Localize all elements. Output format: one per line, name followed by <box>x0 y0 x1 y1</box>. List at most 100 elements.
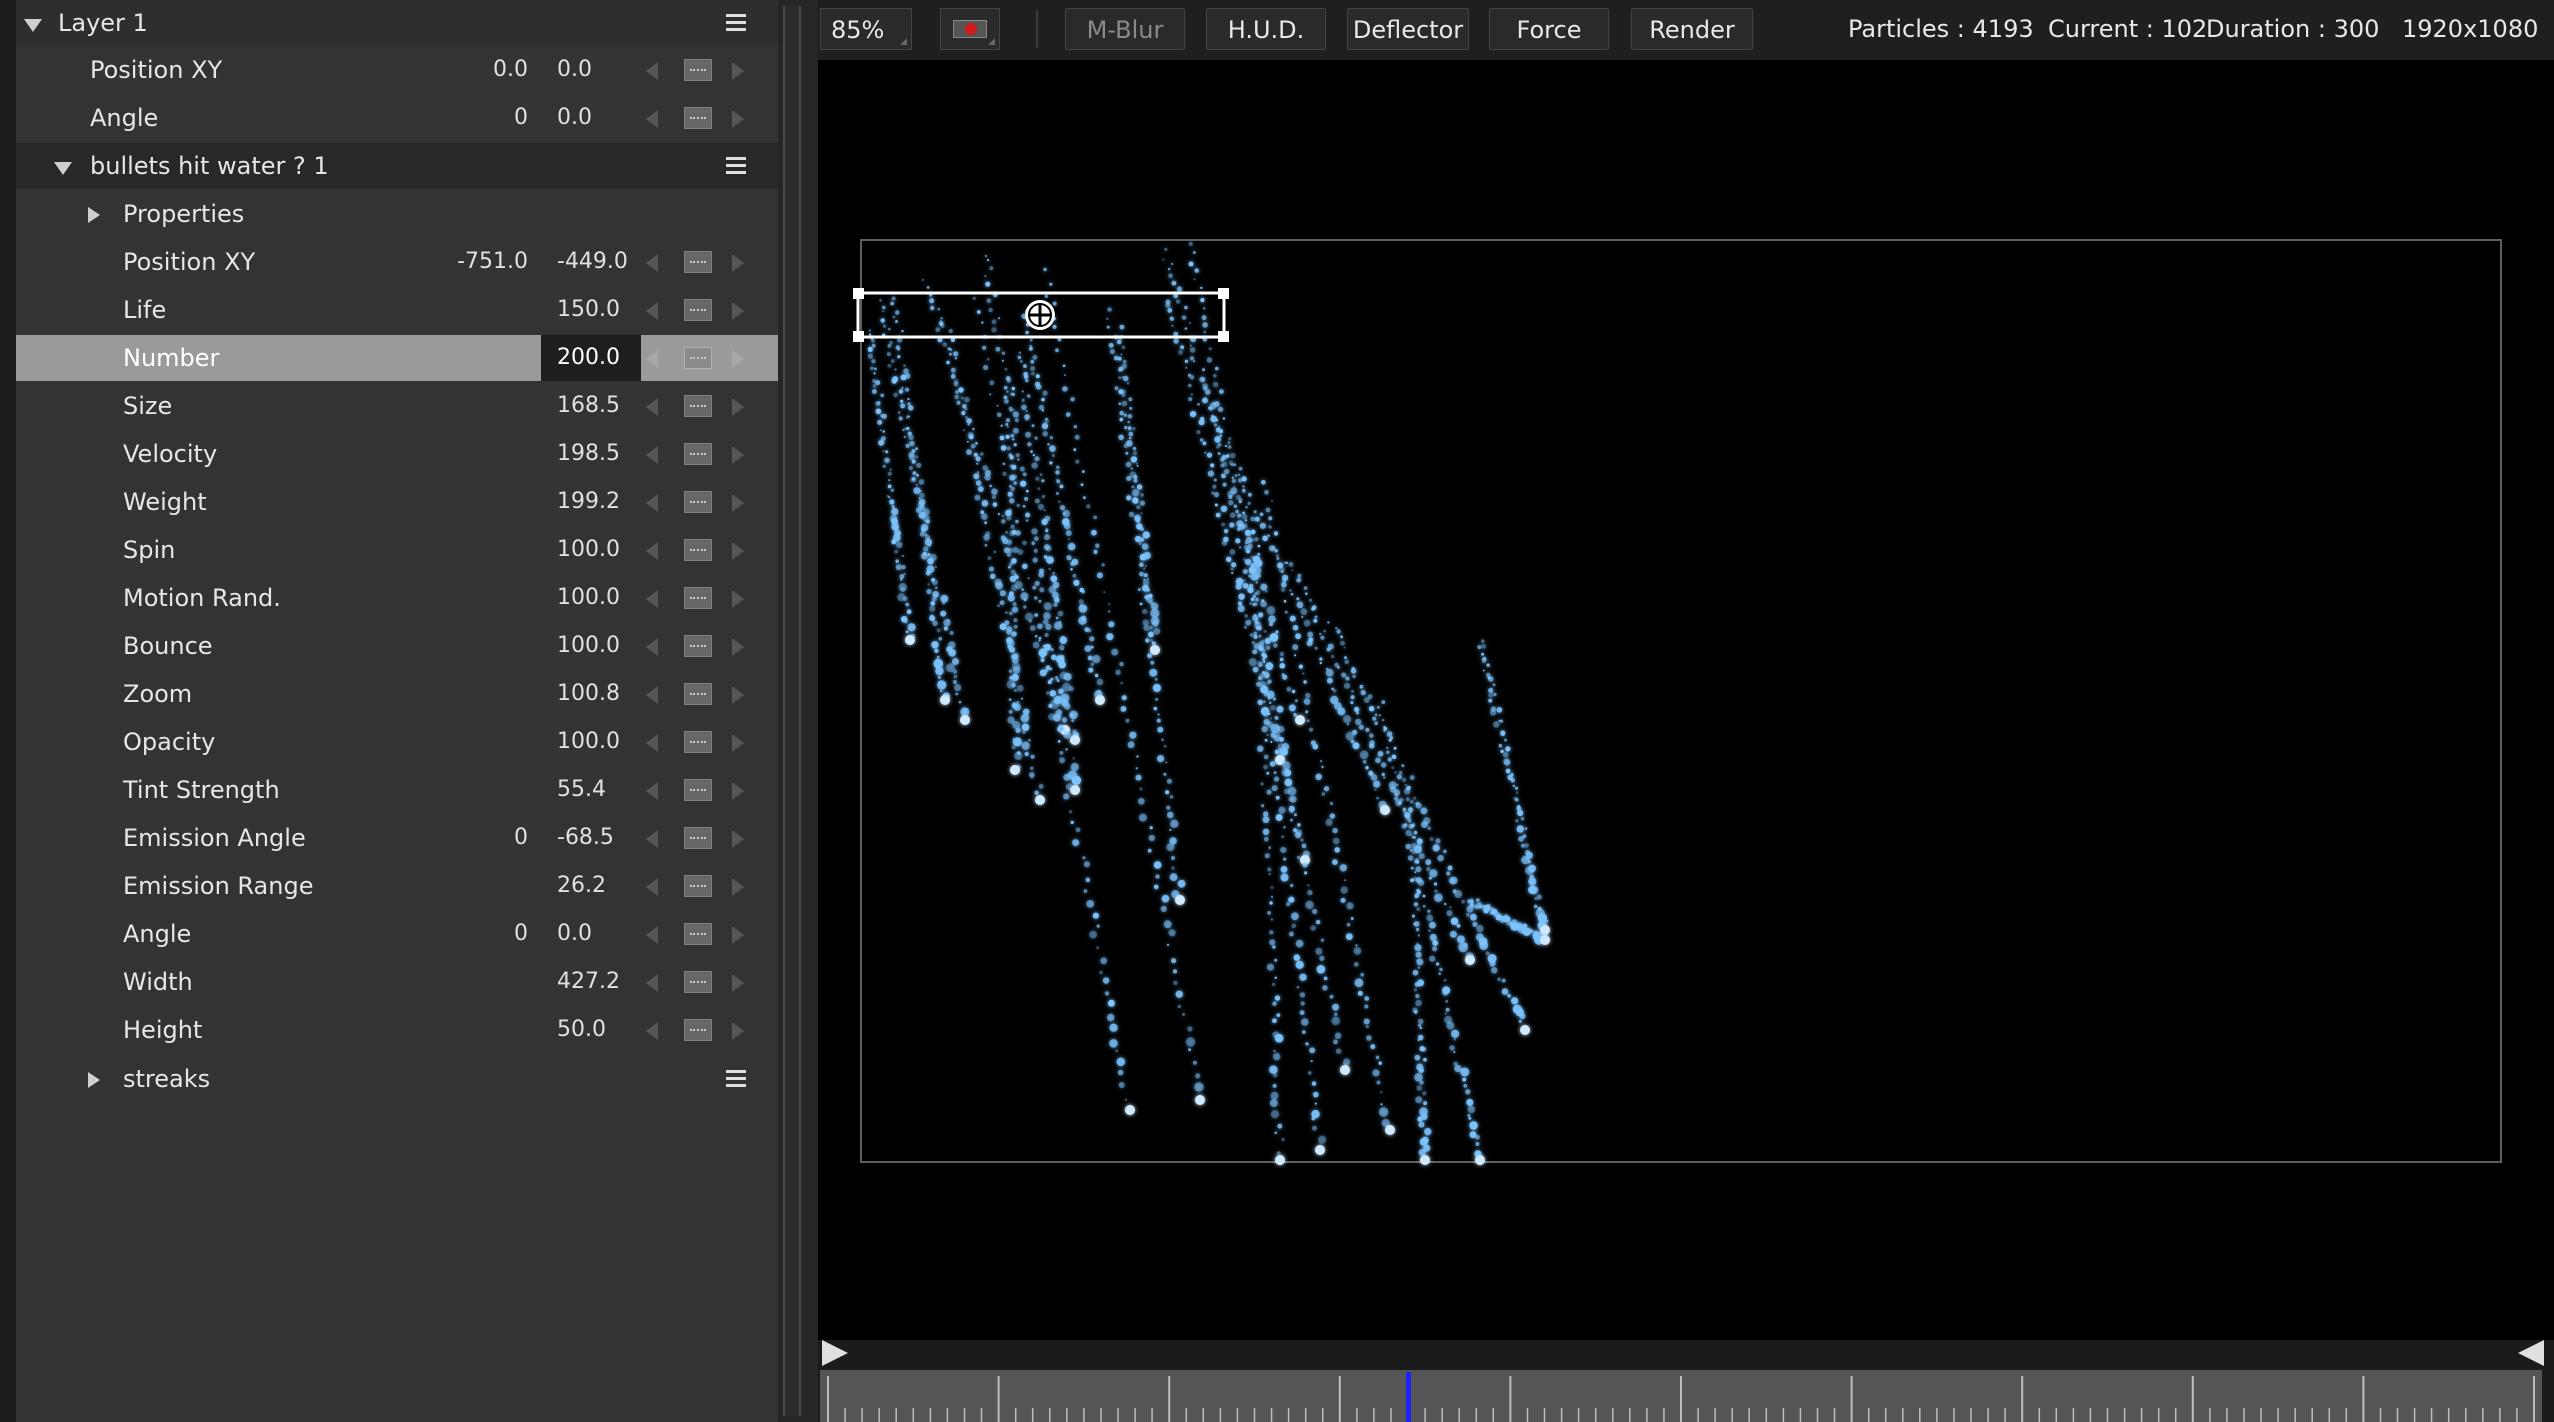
deflector-button[interactable]: Deflector <box>1347 8 1469 50</box>
property-row[interactable]: Angle 0 0.0 <box>16 95 778 141</box>
next-key-icon[interactable] <box>732 926 744 944</box>
next-key-icon[interactable] <box>732 878 744 896</box>
next-key-icon[interactable] <box>732 542 744 560</box>
keyframe-icon[interactable] <box>684 1019 712 1041</box>
next-key-icon[interactable] <box>732 686 744 704</box>
property-row[interactable]: Size 168.5 <box>16 383 778 429</box>
property-value-a[interactable]: -751.0 <box>418 239 528 285</box>
next-key-icon[interactable] <box>732 494 744 512</box>
force-button[interactable]: Force <box>1489 8 1609 50</box>
property-value-a[interactable]: 0.0 <box>418 47 528 93</box>
prev-key-icon[interactable] <box>646 974 658 992</box>
property-value-a[interactable] <box>418 719 528 765</box>
property-row[interactable]: Motion Rand. 100.0 <box>16 575 778 621</box>
property-row[interactable]: Weight 199.2 <box>16 479 778 525</box>
next-key-icon[interactable] <box>732 254 744 272</box>
keyframe-icon[interactable] <box>684 539 712 561</box>
property-row[interactable]: Bounce 100.0 <box>16 623 778 669</box>
property-value-b[interactable]: 168.5 <box>541 383 641 429</box>
streaks-header[interactable]: streaks <box>16 1056 778 1102</box>
prev-key-icon[interactable] <box>646 446 658 464</box>
property-value-b[interactable]: 0.0 <box>541 47 641 93</box>
keyframe-icon[interactable] <box>684 443 712 465</box>
next-key-icon[interactable] <box>732 398 744 416</box>
property-value-b[interactable]: 100.8 <box>541 671 641 717</box>
timeline-end-handle[interactable] <box>2518 1340 2544 1366</box>
property-value-b[interactable]: 100.0 <box>541 719 641 765</box>
property-value-a[interactable] <box>418 335 528 381</box>
property-row[interactable]: Spin 100.0 <box>16 527 778 573</box>
property-value-b[interactable]: 0.0 <box>541 911 641 957</box>
collapse-triangle-icon[interactable] <box>54 162 72 175</box>
property-row[interactable]: Angle 0 0.0 <box>16 911 778 957</box>
timeline-playhead[interactable] <box>1406 1372 1412 1422</box>
prev-key-icon[interactable] <box>646 302 658 320</box>
property-value-b[interactable]: -449.0 <box>541 239 641 285</box>
property-value-a[interactable]: 0 <box>418 95 528 141</box>
property-value-a[interactable] <box>418 479 528 525</box>
prev-key-icon[interactable] <box>646 638 658 656</box>
keyframe-icon[interactable] <box>684 107 712 129</box>
next-key-icon[interactable] <box>732 734 744 752</box>
prev-key-icon[interactable] <box>646 62 658 80</box>
next-key-icon[interactable] <box>732 974 744 992</box>
property-row[interactable]: Position XY 0.0 0.0 <box>16 47 778 93</box>
prev-key-icon[interactable] <box>646 878 658 896</box>
record-button[interactable] <box>940 8 1000 50</box>
keyframe-icon[interactable] <box>684 251 712 273</box>
next-key-icon[interactable] <box>732 590 744 608</box>
keyframe-icon[interactable] <box>684 971 712 993</box>
prev-key-icon[interactable] <box>646 782 658 800</box>
prev-key-icon[interactable] <box>646 1022 658 1040</box>
expand-triangle-icon[interactable] <box>88 207 100 223</box>
property-value-b[interactable]: 26.2 <box>541 863 641 909</box>
property-value-b[interactable]: 55.4 <box>541 767 641 813</box>
properties-group[interactable]: Properties <box>16 191 778 237</box>
next-key-icon[interactable] <box>732 62 744 80</box>
property-row[interactable]: Life 150.0 <box>16 287 778 333</box>
collapse-triangle-icon[interactable] <box>24 19 42 32</box>
prev-key-icon[interactable] <box>646 542 658 560</box>
property-row[interactable]: Zoom 100.8 <box>16 671 778 717</box>
keyframe-icon[interactable] <box>684 635 712 657</box>
property-value-b[interactable]: 100.0 <box>541 623 641 669</box>
keyframe-icon[interactable] <box>684 59 712 81</box>
menu-icon[interactable] <box>726 14 746 32</box>
next-key-icon[interactable] <box>732 110 744 128</box>
property-value-a[interactable] <box>418 623 528 669</box>
property-row[interactable]: Tint Strength 55.4 <box>16 767 778 813</box>
menu-icon[interactable] <box>726 157 746 175</box>
property-value-b[interactable]: 199.2 <box>541 479 641 525</box>
prev-key-icon[interactable] <box>646 686 658 704</box>
prev-key-icon[interactable] <box>646 734 658 752</box>
property-value-a[interactable] <box>418 383 528 429</box>
next-key-icon[interactable] <box>732 638 744 656</box>
emitter-header[interactable]: bullets hit water ? 1 <box>16 143 778 189</box>
prev-key-icon[interactable] <box>646 110 658 128</box>
keyframe-icon[interactable] <box>684 827 712 849</box>
property-row[interactable]: Velocity 198.5 <box>16 431 778 477</box>
prev-key-icon[interactable] <box>646 926 658 944</box>
keyframe-icon[interactable] <box>684 779 712 801</box>
property-value-b[interactable]: 200.0 <box>541 335 641 381</box>
property-value-b[interactable]: 100.0 <box>541 575 641 621</box>
property-row[interactable]: Width 427.2 <box>16 959 778 1005</box>
property-value-b[interactable]: 50.0 <box>541 1007 641 1053</box>
hud-button[interactable]: H.U.D. <box>1206 8 1326 50</box>
layer-header[interactable]: Layer 1 <box>16 0 778 46</box>
prev-key-icon[interactable] <box>646 590 658 608</box>
keyframe-icon[interactable] <box>684 731 712 753</box>
property-value-a[interactable] <box>418 1007 528 1053</box>
property-value-b[interactable]: 198.5 <box>541 431 641 477</box>
property-value-a[interactable] <box>418 863 528 909</box>
property-value-a[interactable] <box>418 767 528 813</box>
property-value-a[interactable] <box>418 527 528 573</box>
property-row[interactable]: Emission Angle 0 -68.5 <box>16 815 778 861</box>
zoom-select[interactable]: 85% <box>820 8 912 50</box>
next-key-icon[interactable] <box>732 302 744 320</box>
property-value-a[interactable]: 0 <box>418 815 528 861</box>
next-key-icon[interactable] <box>732 446 744 464</box>
property-value-a[interactable] <box>418 431 528 477</box>
next-key-icon[interactable] <box>732 1022 744 1040</box>
property-value-b[interactable]: 427.2 <box>541 959 641 1005</box>
